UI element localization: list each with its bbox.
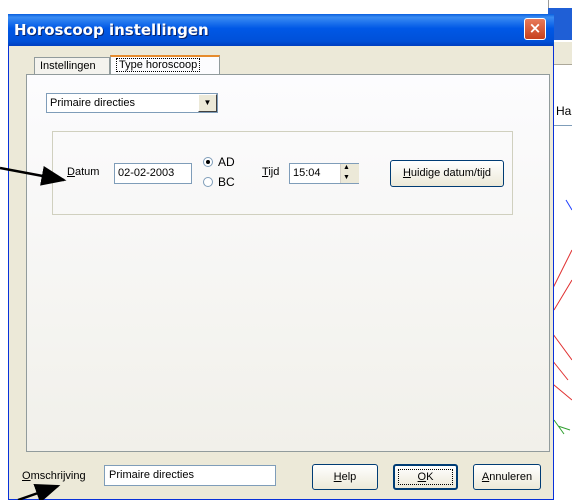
- tijd-label: Tijd: [262, 166, 280, 178]
- close-icon: ×: [528, 19, 542, 37]
- dialog-title: Horoscoop instellingen: [14, 21, 209, 39]
- huidige-datum-tijd-button[interactable]: Huidige datum/tijd: [390, 160, 504, 187]
- spin-up-icon[interactable]: ▲: [343, 164, 350, 171]
- horoscope-type-value: Primaire directies: [50, 97, 135, 109]
- chevron-down-icon: ▼: [203, 98, 212, 107]
- datum-input[interactable]: 02-02-2003: [114, 163, 192, 184]
- radio-bc[interactable]: [203, 177, 213, 187]
- radio-bc-label: BC: [218, 175, 235, 189]
- focus-rect: [398, 469, 453, 485]
- help-button[interactable]: Help: [312, 464, 378, 490]
- annuleren-button[interactable]: Annuleren: [473, 464, 541, 490]
- spin-down-icon[interactable]: ▼: [343, 174, 350, 181]
- omschrijving-input[interactable]: Primaire directies: [104, 465, 276, 486]
- background-window-label: Ha: [556, 104, 572, 118]
- background-window-toolbar: [552, 42, 572, 65]
- tab-type-horoscoop[interactable]: Type horoscoop: [110, 55, 220, 74]
- tab-label: Type horoscoop: [116, 58, 201, 72]
- background-window-divider: [553, 125, 572, 126]
- omschrijving-label: Omschrijving: [22, 470, 86, 482]
- tab-instellingen[interactable]: Instellingen: [34, 57, 110, 74]
- datum-label: Datum: [67, 166, 100, 178]
- close-button[interactable]: ×: [524, 18, 546, 40]
- radio-ad[interactable]: [203, 157, 213, 167]
- dropdown-button[interactable]: ▼: [198, 94, 217, 112]
- ok-button[interactable]: OK: [393, 464, 458, 490]
- radio-ad-label: AD: [218, 155, 235, 169]
- tab-label: Instellingen: [40, 60, 96, 72]
